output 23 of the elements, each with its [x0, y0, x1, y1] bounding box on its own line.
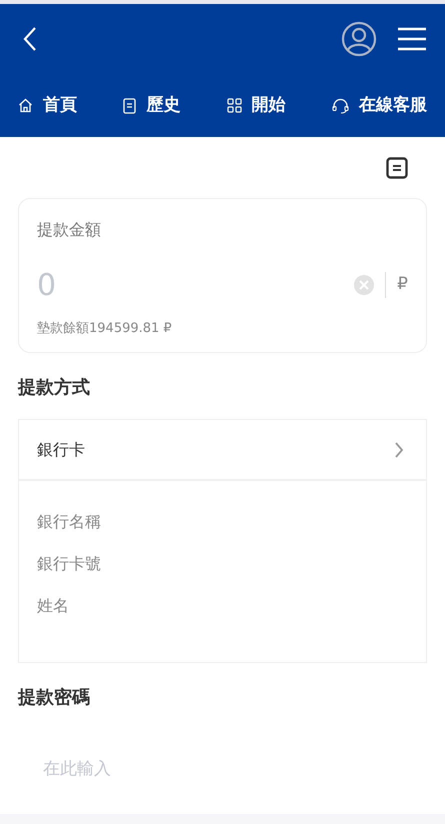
chevron-right-icon[interactable] — [394, 440, 404, 458]
document-icon — [123, 98, 136, 114]
headset-icon — [332, 98, 349, 114]
user-icon[interactable] — [341, 21, 377, 57]
home-icon — [18, 98, 33, 113]
input-field[interactable]: 姓名 — [37, 591, 408, 619]
nav-tab[interactable]: 首頁 — [18, 92, 77, 118]
balance-text: 墊款餘額194599.81 ₽ — [37, 320, 173, 338]
input-field[interactable]: 銀行名稱 — [37, 507, 408, 535]
amount-label: 提款金額 — [37, 219, 102, 241]
menu-icon[interactable] — [397, 26, 427, 52]
nav-tab[interactable]: 在線客服 — [332, 92, 427, 118]
nav-tab[interactable]: 歷史 — [123, 92, 180, 118]
amount-input[interactable]: 0 — [37, 262, 354, 308]
bank-card-selector[interactable]: 銀行卡 — [19, 420, 426, 481]
list-icon[interactable] — [386, 157, 408, 179]
grid-icon — [226, 98, 242, 113]
section-heading: 提款方式 — [16, 376, 91, 400]
currency-symbol: ₽ — [397, 273, 408, 296]
section-heading: 提款密碼 — [16, 686, 91, 710]
nav-tab[interactable]: 開始 — [226, 92, 286, 118]
input-field[interactable]: 銀行卡號 — [37, 549, 408, 577]
password-input[interactable]: 在此輸入 — [43, 757, 383, 782]
